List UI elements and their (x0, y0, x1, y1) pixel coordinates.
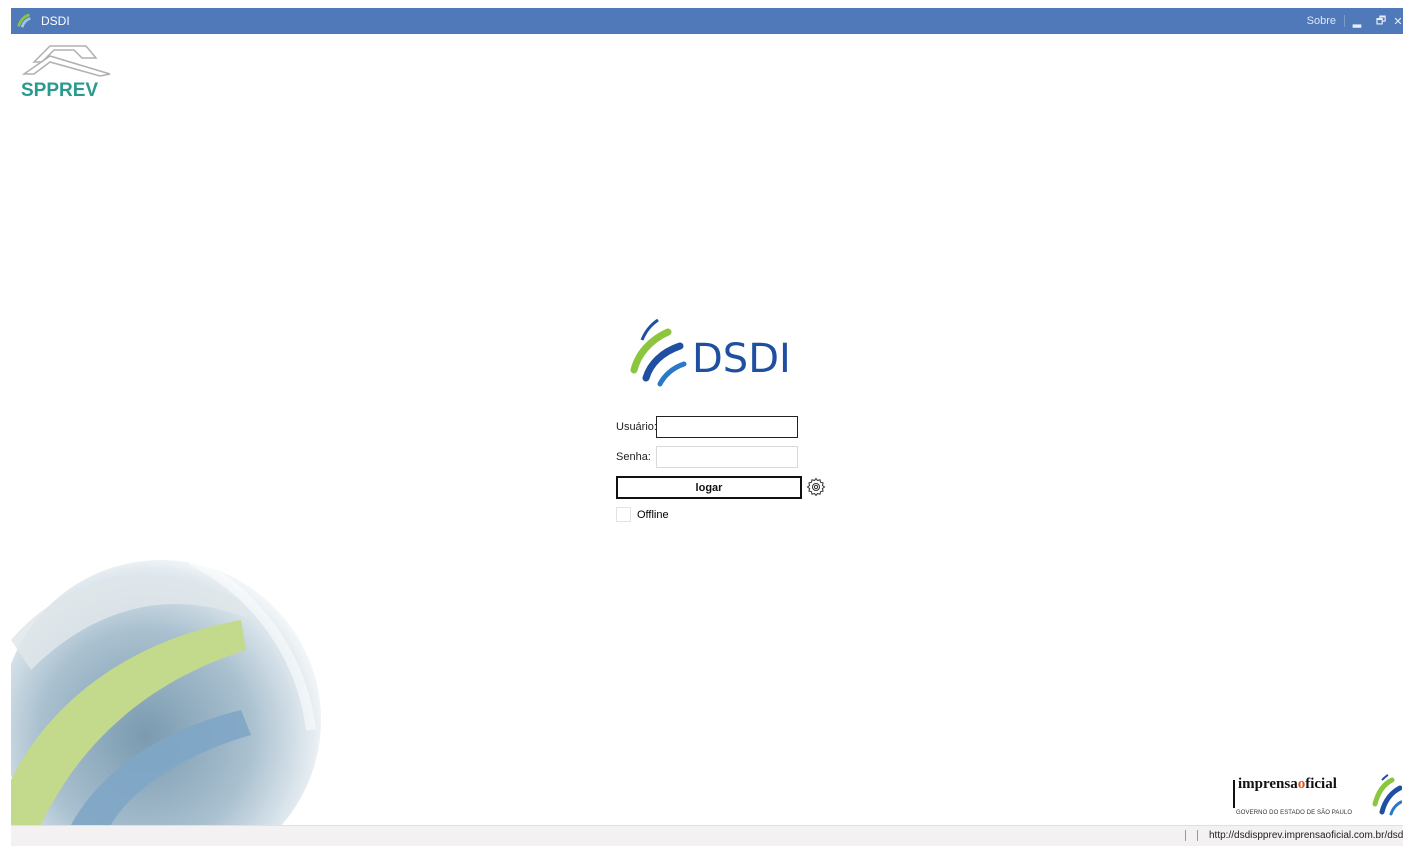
offline-option[interactable]: Offline (616, 507, 669, 522)
dsdi-logo-text: DSDI (692, 336, 791, 382)
offline-checkbox[interactable] (616, 507, 631, 522)
username-label: Usuário: (616, 421, 657, 433)
brand-suffix: ficial (1305, 776, 1337, 792)
gear-icon[interactable] (806, 477, 826, 497)
login-button[interactable]: logar (616, 476, 802, 499)
dsdi-swoosh-icon (1372, 774, 1402, 816)
status-separator (1197, 830, 1198, 841)
minimize-button[interactable]: ▂ (1345, 15, 1369, 28)
imprensa-subtitle: GOVERNO DO ESTADO DE SÃO PAULO (1236, 810, 1353, 816)
offline-label: Offline (637, 508, 669, 521)
status-bar: http://dsdispprev.imprensaoficial.com.br… (11, 825, 1403, 846)
spprev-logo-text: SPPREV (21, 80, 98, 101)
spprev-logo: SPPREV (21, 45, 111, 101)
password-input[interactable] (656, 446, 798, 468)
close-button[interactable]: ✕ (1393, 15, 1403, 28)
restore-button[interactable]: 🗗 (1369, 12, 1393, 31)
window-titlebar: DSDI Sobre ▂ 🗗 ✕ (11, 8, 1403, 34)
status-separator (1185, 830, 1186, 841)
brand-prefix: imprensa (1238, 776, 1298, 792)
logo-divider (1233, 780, 1235, 808)
imprensa-oficial-logo: imprensaoficial GOVERNO DO ESTADO DE SÃO… (1232, 772, 1362, 820)
username-row: Usuário: (616, 416, 798, 438)
password-label: Senha: (616, 451, 651, 463)
globe-illustration (11, 555, 321, 825)
password-row: Senha: (616, 446, 798, 468)
app-icon (17, 13, 31, 28)
imprensa-brand: imprensaoficial (1238, 776, 1337, 793)
window-title: DSDI (41, 14, 70, 28)
about-link[interactable]: Sobre (1299, 15, 1345, 27)
username-input[interactable] (656, 416, 798, 438)
status-url: http://dsdispprev.imprensaoficial.com.br… (1209, 830, 1403, 841)
dsdi-logo: DSDI (630, 318, 791, 387)
